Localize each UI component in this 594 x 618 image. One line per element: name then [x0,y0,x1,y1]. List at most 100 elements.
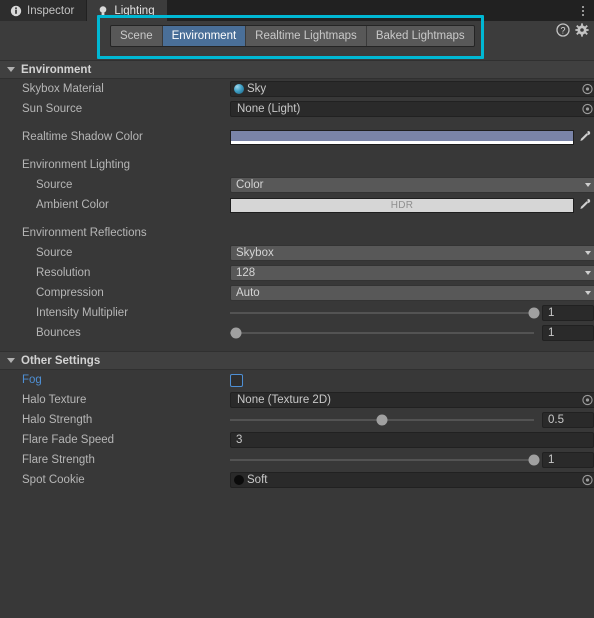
kebab-menu-icon[interactable] [572,0,594,21]
skybox-material-field[interactable]: Sky [230,81,594,97]
tab-scene[interactable]: Scene [111,26,163,46]
row-halo-texture: Halo Texture None (Texture 2D) [0,390,594,410]
row-fog: Fog [0,370,594,390]
section-title: Other Settings [21,354,101,367]
tab-realtime-lightmaps[interactable]: Realtime Lightmaps [246,26,367,46]
texture-preview-icon [234,475,244,485]
window-tab-inspector[interactable]: Inspector [0,0,88,21]
chevron-down-icon [585,271,591,275]
slider-track [230,459,534,461]
object-picker-icon[interactable] [582,474,593,486]
window-tabstrip: Inspector Lighting [0,0,594,21]
label-realtime-shadow-color: Realtime Shadow Color [22,131,143,143]
row-intensity-multiplier: Intensity Multiplier 1 [0,303,594,323]
chevron-down-icon [585,291,591,295]
sun-source-field[interactable]: None (Light) [230,101,594,117]
row-sun-source: Sun Source None (Light) [0,99,594,119]
row-compression: Compression Auto [0,283,594,303]
lighting-window: Inspector Lighting ? Scene Environment R… [0,0,594,618]
lighting-source-value: Color [236,179,264,191]
section-title: Environment [21,63,92,76]
row-flare-strength: Flare Strength 1 [0,450,594,470]
compression-value: Auto [236,287,260,299]
label-halo-texture: Halo Texture [22,394,87,406]
slider-knob[interactable] [376,414,388,426]
label-flare-strength: Flare Strength [22,454,95,466]
ambient-color-swatch[interactable]: HDR [230,197,574,213]
object-picker-icon[interactable] [582,394,593,406]
tab-environment[interactable]: Environment [162,26,247,46]
chevron-down-icon [585,251,591,255]
lighting-mode-tabs: Scene Environment Realtime Lightmaps Bak… [110,25,475,47]
label-fog[interactable]: Fog [0,374,230,386]
halo-texture-field[interactable]: None (Texture 2D) [230,392,594,408]
lightbulb-icon [97,5,109,17]
row-environment-reflections-group: Environment Reflections [0,223,594,243]
row-skybox-material: Skybox Material Sky [0,79,594,99]
halo-strength-slider[interactable] [230,413,534,427]
lighting-source-dropdown[interactable]: Color [230,177,594,193]
info-icon [10,5,22,17]
reflections-source-dropdown[interactable]: Skybox [230,245,594,261]
lighting-content: Environment Skybox Material Sky Sun Sour… [0,60,594,618]
flare-fade-speed-input[interactable]: 3 [230,432,594,448]
flare-strength-value[interactable]: 1 [542,452,594,468]
halo-strength-value[interactable]: 0.5 [542,412,594,428]
svg-text:?: ? [560,25,565,35]
label-resolution: Resolution [36,267,91,279]
resolution-dropdown[interactable]: 128 [230,265,594,281]
label-lighting-source: Source [36,179,73,191]
section-header-other-settings[interactable]: Other Settings [0,351,594,370]
slider-track [230,312,534,314]
row-halo-strength: Halo Strength 0.5 [0,410,594,430]
halo-texture-value: None (Texture 2D) [237,394,331,406]
object-picker-icon[interactable] [582,103,593,115]
label-reflections-source: Source [36,247,73,259]
slider-knob[interactable] [528,307,540,319]
label-compression: Compression [36,287,104,299]
toolbar-icons: ? [556,21,589,39]
label-halo-strength: Halo Strength [22,414,93,426]
row-realtime-shadow-color: Realtime Shadow Color [0,127,594,147]
object-picker-icon[interactable] [582,83,593,95]
intensity-multiplier-slider[interactable] [230,306,540,320]
row-lighting-source: Source Color [0,175,594,195]
foldout-arrow-icon [7,67,15,72]
spot-cookie-value: Soft [247,474,268,486]
chevron-down-icon [585,183,591,187]
bounces-slider[interactable] [230,326,534,340]
skybox-material-value: Sky [247,83,267,95]
section-header-environment[interactable]: Environment [0,60,594,79]
label-flare-fade-speed: Flare Fade Speed [22,434,115,446]
window-tab-lighting[interactable]: Lighting [87,0,168,21]
label-skybox-material: Skybox Material [22,83,104,95]
other-settings-panel: Fog Halo Texture None (Texture 2D) Halo … [0,370,594,490]
fog-checkbox[interactable] [230,373,243,387]
foldout-arrow-icon [7,358,15,363]
label-spot-cookie: Spot Cookie [22,474,85,486]
spot-cookie-field[interactable]: Soft [230,472,594,488]
gear-icon[interactable] [575,23,589,37]
eyedropper-icon[interactable] [578,198,591,212]
compression-dropdown[interactable]: Auto [230,285,594,301]
flare-strength-slider[interactable] [230,453,540,467]
slider-knob[interactable] [528,454,540,466]
slider-knob[interactable] [230,327,242,339]
environment-panel: Skybox Material Sky Sun Source None (Lig… [0,79,594,351]
row-spot-cookie: Spot Cookie Soft [0,470,594,490]
realtime-shadow-color-swatch[interactable] [230,129,574,145]
eyedropper-icon[interactable] [578,130,591,144]
reflections-source-value: Skybox [236,247,274,259]
bounces-value[interactable]: 1 [542,325,594,341]
label-bounces: Bounces [36,327,81,339]
intensity-multiplier-value[interactable]: 1 [542,305,594,321]
tabstrip-spacer [167,0,572,21]
slider-track [230,332,534,334]
help-icon[interactable]: ? [556,23,570,37]
tab-baked-lightmaps[interactable]: Baked Lightmaps [366,26,474,46]
window-tab-label: Lighting [114,4,155,17]
